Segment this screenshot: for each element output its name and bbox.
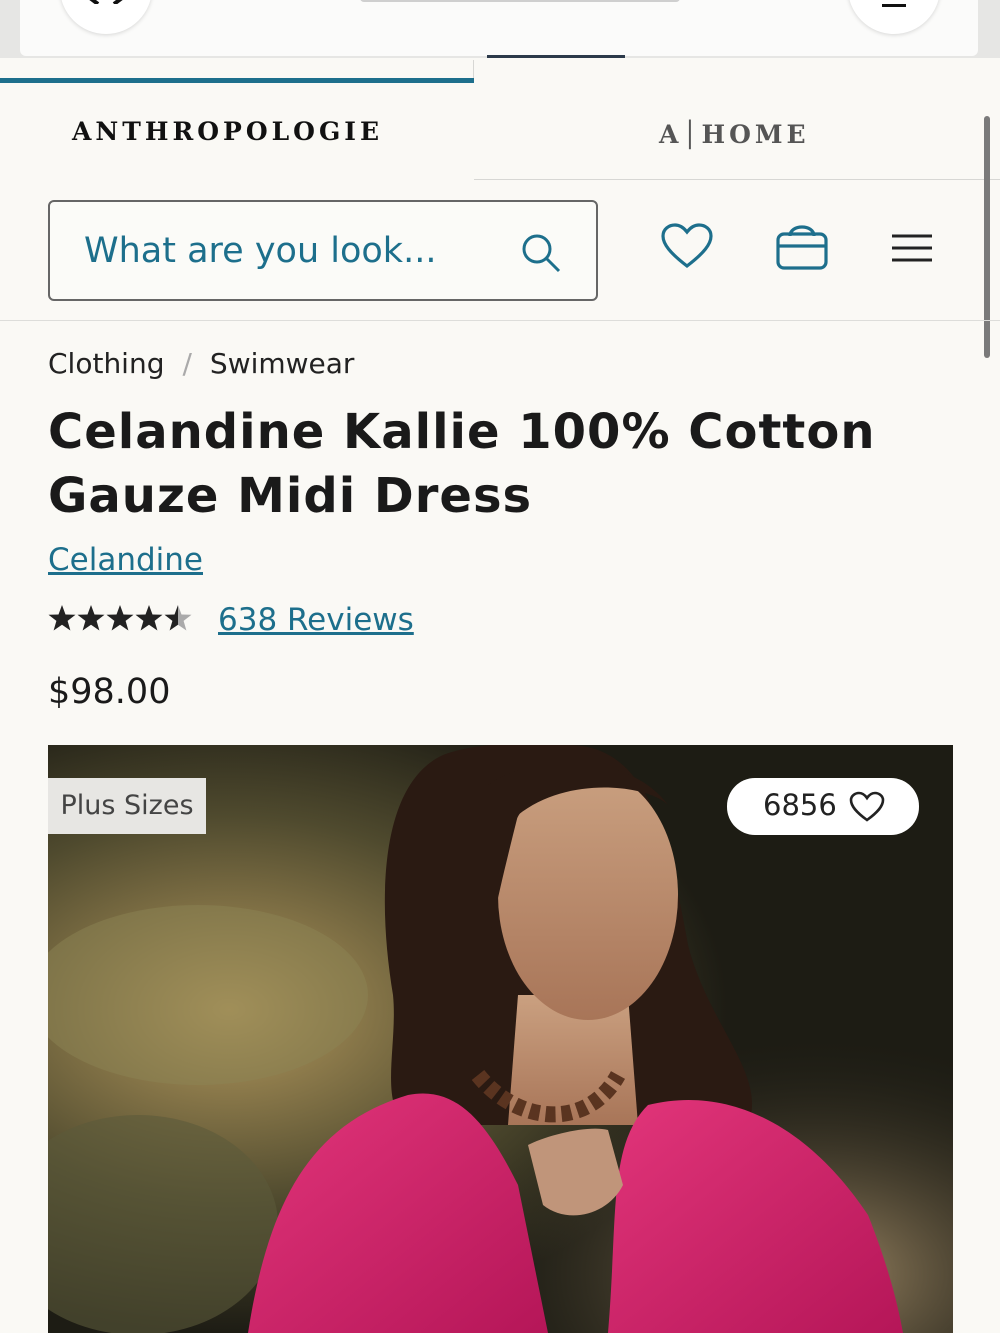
- breadcrumb-separator: /: [182, 347, 192, 380]
- reviews-link[interactable]: 638 Reviews: [218, 602, 414, 638]
- search-icon[interactable]: [520, 232, 562, 274]
- star-rating: [48, 602, 198, 642]
- tab-anthropologie-label: ANTHROPOLOGIE: [72, 117, 384, 146]
- more-icon: [882, 4, 906, 7]
- header-divider: [0, 320, 1000, 321]
- heart-outline-icon: [849, 791, 885, 822]
- tab-a-home-label: A│HOME: [659, 120, 810, 149]
- product-price: $98.00: [48, 672, 171, 712]
- breadcrumb-clothing[interactable]: Clothing: [48, 347, 164, 380]
- plus-sizes-badge: Plus Sizes: [48, 778, 206, 834]
- url-bar[interactable]: [360, 0, 680, 2]
- brand-tabs: A│HOME ANTHROPOLOGIE: [0, 60, 1000, 180]
- heart-icon[interactable]: [660, 222, 714, 270]
- product-title: Celandine Kallie 100% Cotton Gauze Midi …: [48, 404, 876, 524]
- brand-link[interactable]: Celandine: [48, 542, 203, 578]
- scrollbar[interactable]: [984, 116, 990, 358]
- tab-a-home[interactable]: A│HOME: [473, 60, 1000, 180]
- browser-toolbar: [20, 0, 978, 56]
- favorite-count-button[interactable]: 6856: [727, 778, 919, 835]
- stars-icon: [48, 605, 192, 631]
- tab-indicator: [487, 55, 625, 58]
- close-icon: [89, 0, 123, 4]
- breadcrumb: Clothing / Swimwear: [48, 347, 354, 380]
- shopping-bag-icon[interactable]: [775, 218, 829, 272]
- tab-anthropologie[interactable]: ANTHROPOLOGIE: [0, 78, 474, 180]
- breadcrumb-swimwear[interactable]: Swimwear: [210, 347, 355, 380]
- search-input[interactable]: [84, 228, 504, 274]
- search-box[interactable]: [48, 200, 598, 301]
- favorite-count: 6856: [763, 788, 837, 822]
- menu-icon[interactable]: [892, 232, 932, 264]
- browser-chrome: [0, 0, 1000, 58]
